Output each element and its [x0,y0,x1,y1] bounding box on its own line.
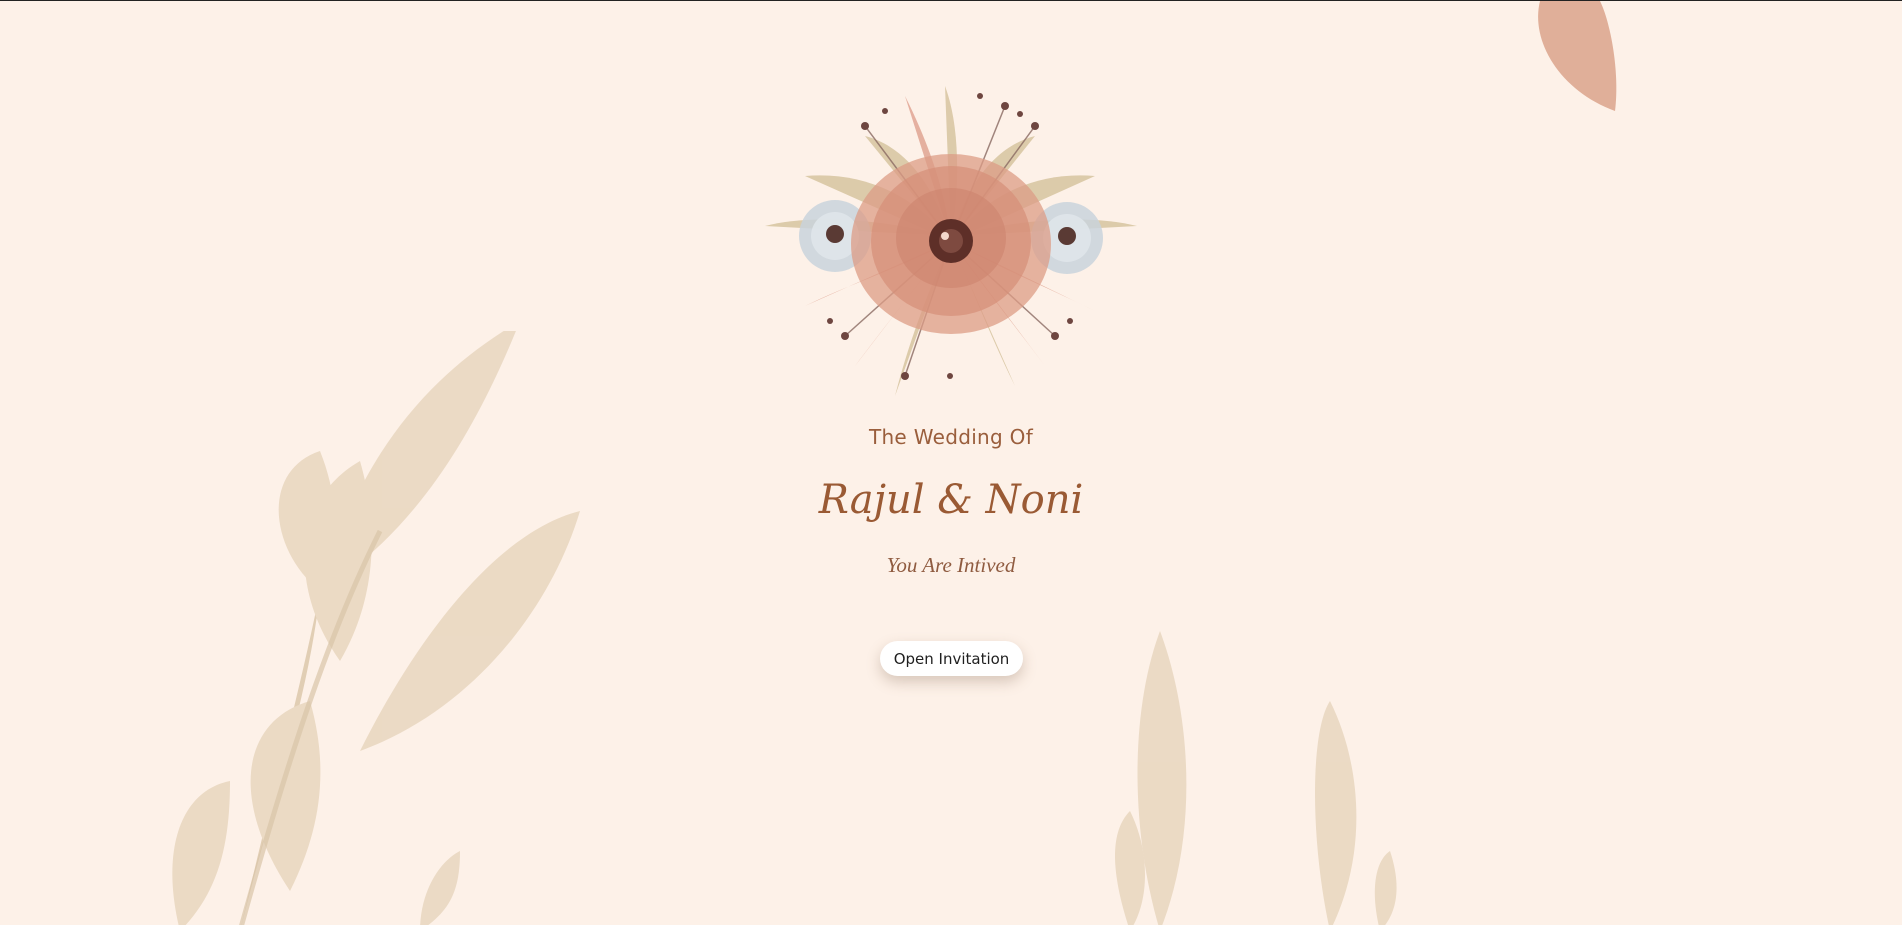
wedding-subtitle: The Wedding Of [868,425,1034,449]
floral-bouquet-illustration [765,86,1137,396]
invited-text: You Are Intived [886,553,1016,577]
open-invitation-button[interactable]: Open Invitation [880,641,1023,676]
couple-names: Rajul & Noni [818,477,1084,523]
invitation-cover: The Wedding Of Rajul & Noni You Are Inti… [0,1,1902,925]
